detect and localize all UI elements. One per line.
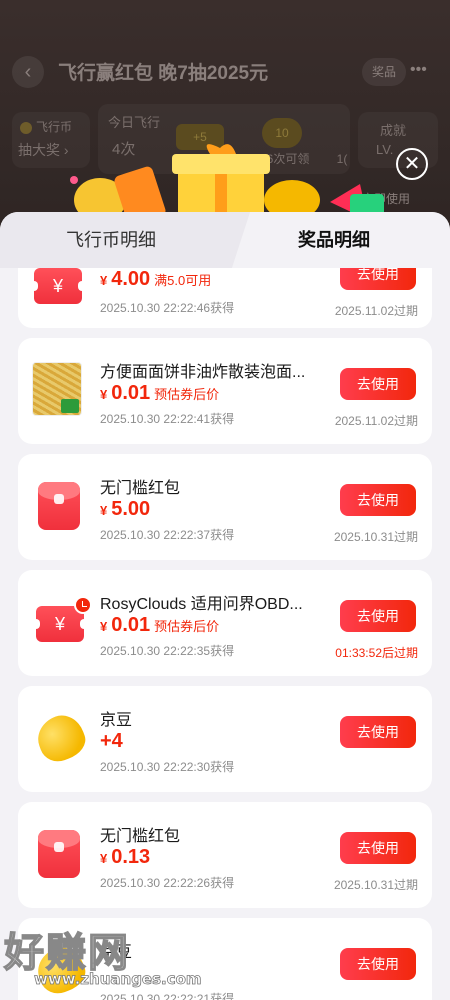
amount-note: 预估券后价 — [154, 387, 220, 402]
close-icon[interactable]: ✕ — [396, 148, 428, 180]
prize-detail-sheet: 飞行币明细 奖品明细 ¥ ¥ 4.00 满5.0可用 2025.10.30 22… — [0, 212, 450, 1000]
obtained-time: 2025.10.30 22:22:35获得 — [100, 644, 235, 658]
more-icon[interactable]: ••• — [410, 58, 427, 82]
amount-row: ¥ 0.01 预估券后价 — [100, 382, 219, 405]
amount-note: 满5.0可用 — [154, 273, 212, 288]
currency-symbol: ¥ — [100, 619, 108, 634]
list-item: ¥ ¥ 4.00 满5.0可用 2025.10.30 22:22:46获得 去使… — [18, 268, 432, 328]
obtained-time: 2025.10.30 22:22:46获得 — [100, 301, 235, 315]
prize-button[interactable]: 奖品 — [362, 58, 406, 86]
use-button[interactable]: 去使用 — [340, 368, 416, 400]
list-item: 无门槛红包 ¥ 5.00 2025.10.30 22:22:37获得 去使用 2… — [18, 454, 432, 560]
expiry-text: 2025.11.02过期 — [334, 414, 418, 428]
expiry-countdown: 01:33:52后过期 — [335, 646, 418, 660]
expiry-text: 2025.11.02过期 — [334, 304, 418, 318]
amount-value: 0.01 — [111, 614, 151, 636]
reward-pill-label: 1( — [336, 152, 348, 166]
amount-row: ¥ 0.01 预估券后价 — [100, 614, 219, 637]
back-arrow-icon[interactable]: ‹ — [12, 56, 44, 88]
use-button[interactable]: 去使用 — [340, 948, 416, 980]
item-title: 方便面面饼非油炸散装泡面... — [100, 364, 306, 381]
amount-value: +4 — [100, 730, 123, 752]
reward-pill: 10 — [262, 118, 302, 148]
item-title: 京豆 — [100, 712, 133, 729]
amount-row: ¥ 5.00 — [100, 498, 154, 521]
jingdou-bean-icon — [31, 709, 91, 767]
tab-prize-detail[interactable]: 奖品明细 — [298, 212, 370, 268]
amount-value: 5.00 — [111, 498, 151, 520]
noodle-product-image — [32, 362, 82, 416]
amount-row: +4 — [100, 730, 123, 753]
currency-symbol: ¥ — [100, 387, 108, 402]
obtained-time: 2025.10.30 22:22:37获得 — [100, 528, 235, 542]
red-envelope-icon — [38, 482, 80, 530]
item-title: 无门槛红包 — [100, 828, 181, 845]
obtained-time: 2025.10.30 22:22:26获得 — [100, 876, 235, 890]
coin-box-action: 抽大奖 › — [18, 142, 69, 158]
watermark-url: www.zhuanges.com — [34, 970, 202, 989]
currency-symbol: ¥ — [100, 273, 108, 288]
tab-coin-detail[interactable]: 飞行币明细 — [66, 212, 156, 268]
prize-list: ¥ ¥ 4.00 满5.0可用 2025.10.30 22:22:46获得 去使… — [0, 268, 450, 1000]
today-flights-label: 今日飞行 — [108, 115, 161, 130]
amount-row: ¥ 0.13 — [100, 846, 150, 869]
site-watermark: 好赚网 www.zhuanges.com — [0, 920, 260, 1000]
reward-pill-label: 6次可领 — [266, 152, 310, 166]
background-header: ‹ 飞行赢红包 晚7抽2025元 奖品 ••• — [0, 52, 450, 96]
amount-value: 0.13 — [111, 846, 151, 868]
item-title: RosyClouds 适用问界OBD... — [100, 596, 303, 613]
use-now-link[interactable]: 立即使用 — [362, 190, 410, 207]
list-item: 无门槛红包 ¥ 0.13 2025.10.30 22:22:26获得 去使用 2… — [18, 802, 432, 908]
item-title: 无门槛红包 — [100, 480, 181, 497]
list-item: 京豆 +4 2025.10.30 22:22:30获得 去使用 — [18, 686, 432, 792]
achievement-label: 成就 — [380, 123, 407, 138]
coupon-icon: ¥ — [30, 268, 86, 304]
use-button[interactable]: 去使用 — [340, 716, 416, 748]
use-button[interactable]: 去使用 — [340, 600, 416, 632]
red-envelope-icon — [38, 830, 80, 878]
amount-note: 预估券后价 — [154, 619, 220, 634]
use-button[interactable]: 去使用 — [340, 484, 416, 516]
today-flights-count: 4次 — [112, 141, 136, 158]
amount-row: ¥ 4.00 满5.0可用 — [100, 268, 211, 291]
expiry-text: 2025.10.31过期 — [333, 878, 418, 892]
obtained-time: 2025.10.30 22:22:41获得 — [100, 412, 235, 426]
coupon-clock-icon: ¥ — [32, 596, 92, 642]
list-item: ¥ RosyClouds 适用问界OBD... ¥ 0.01 预估券后价 202… — [18, 570, 432, 676]
today-flights-panel: 今日飞行 4次 +5 10 6次可领 1( — [98, 104, 350, 174]
amount-value: 4.00 — [111, 268, 151, 290]
coin-box-label: 飞行币 — [36, 120, 73, 134]
use-button[interactable]: 去使用 — [340, 268, 416, 290]
currency-symbol: ¥ — [100, 851, 108, 866]
coin-icon — [20, 122, 32, 134]
achievement-level: LV. — [376, 142, 394, 157]
expiry-text: 2025.10.31过期 — [333, 530, 418, 544]
clock-icon — [74, 596, 92, 614]
list-item: 方便面面饼非油炸散装泡面... ¥ 0.01 预估券后价 2025.10.30 … — [18, 338, 432, 444]
currency-symbol: ¥ — [100, 503, 108, 518]
page-title: 飞行赢红包 晚7抽2025元 — [58, 63, 269, 84]
reward-pill: +5 — [176, 124, 224, 150]
coin-lottery-box[interactable]: 飞行币 抽大奖 › — [12, 112, 90, 168]
amount-value: 0.01 — [111, 382, 151, 404]
obtained-time: 2025.10.30 22:22:30获得 — [100, 760, 235, 774]
tab-bar: 飞行币明细 奖品明细 — [0, 212, 450, 268]
use-button[interactable]: 去使用 — [340, 832, 416, 864]
